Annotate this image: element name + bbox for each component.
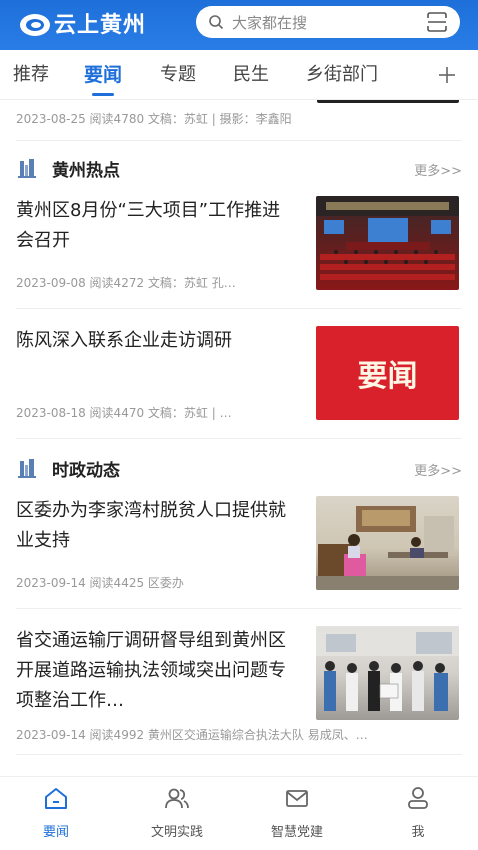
yaowen-banner: 要闻 — [316, 326, 459, 420]
mail-icon — [286, 790, 308, 807]
search-placeholder: 大家都在搜 — [232, 13, 308, 32]
news-feed[interactable]: 2023-08-25 阅读4780 文稿：苏虹 | 摄影：李鑫阳 黄州热点 更多… — [0, 100, 478, 760]
article-meta: 2023-09-14 阅读4425 区委办 — [16, 576, 184, 590]
office-visit-photo — [316, 496, 459, 590]
list-item[interactable]: 陈风深入联系企业走访调研 2023-08-18 阅读4470 文稿：苏虹 | …… — [16, 326, 462, 426]
article-meta: 2023-08-18 阅读4470 文稿：苏虹 | … — [16, 406, 232, 420]
article-title: 黄州区8月份“三大项目”工作推进会召开 — [16, 200, 281, 251]
nav-wenming-shijian[interactable]: 文明实践 — [137, 785, 217, 840]
nav-label: 文明实践 — [150, 825, 203, 840]
nav-label: 智慧党建 — [270, 825, 323, 840]
tab-zhuanti[interactable]: 专题 — [160, 50, 196, 100]
article-meta: 2023-08-25 阅读4780 文稿：苏虹 | 摄影：李鑫阳 — [16, 112, 292, 126]
plus-icon[interactable] — [438, 62, 456, 90]
search-bar[interactable]: 大家都在搜 — [196, 6, 460, 38]
divider — [16, 308, 462, 309]
active-tab-indicator — [92, 93, 114, 96]
app-logo[interactable]: 云上黄州 — [18, 6, 172, 40]
cloud-logo-icon — [20, 14, 50, 36]
people-icon — [165, 788, 189, 809]
meeting-hall-photo — [316, 196, 459, 290]
article-meta: 2023-09-14 阅读4992 黄州区交通运输综合执法大队 易成凤、… — [16, 728, 368, 742]
section-header-huangzhou-redian: 黄州热点 更多>> — [16, 156, 462, 181]
logo-text: 云上黄州 — [54, 13, 147, 38]
nav-zhihui-dangjian[interactable]: 智慧党建 — [257, 785, 337, 840]
bottom-navigation: 要闻 文明实践 智慧党建 我 — [0, 776, 478, 850]
tab-minsheng[interactable]: 民生 — [233, 50, 269, 100]
tower-icon — [18, 159, 36, 178]
search-icon — [209, 15, 224, 30]
nav-yaowen[interactable]: 要闻 — [16, 785, 96, 840]
scan-icon[interactable] — [426, 12, 448, 32]
article-title: 陈风深入联系企业走访调研 — [16, 330, 232, 351]
tab-tuijian[interactable]: 推荐 — [13, 50, 49, 100]
home-icon — [45, 788, 67, 809]
list-item[interactable]: 区委办为李家湾村脱贫人口提供就业支持 2023-09-14 阅读4425 区委办 — [16, 496, 462, 596]
divider — [16, 140, 462, 141]
section-title: 时政动态 — [52, 460, 120, 481]
article-title: 区委办为李家湾村脱贫人口提供就业支持 — [16, 500, 286, 551]
nav-label: 我 — [411, 825, 425, 840]
banner-text: 要闻 — [357, 359, 418, 394]
section-header-shizheng-dongtai: 时政动态 更多>> — [16, 456, 462, 481]
section-title: 黄州热点 — [52, 160, 120, 181]
list-item[interactable]: 黄州区8月份“三大项目”工作推进会召开 2023-09-08 阅读4272 文稿… — [16, 196, 462, 296]
tower-icon — [18, 459, 36, 478]
list-item[interactable]: 省交通运输厅调研督导组到黄州区开展道路运输执法领域突出问题专项整治工作… 202… — [16, 626, 462, 750]
article-meta: 2023-09-08 阅读4272 文稿：苏虹 孔… — [16, 276, 236, 290]
nav-label: 要闻 — [42, 825, 69, 840]
divider — [16, 608, 462, 609]
user-icon — [408, 787, 428, 809]
nav-me[interactable]: 我 — [378, 785, 458, 840]
outdoor-group-photo — [316, 626, 459, 720]
tab-yaowen[interactable]: 要闻 — [84, 50, 122, 100]
more-link[interactable]: 更多>> — [414, 460, 462, 479]
category-tabs: 推荐 要闻 专题 民生 乡街部门 — [0, 50, 478, 100]
divider — [16, 754, 462, 755]
more-link[interactable]: 更多>> — [414, 160, 462, 179]
article-title: 省交通运输厅调研督导组到黄州区开展道路运输执法领域突出问题专项整治工作… — [16, 630, 286, 711]
previous-thumbnail-edge — [317, 100, 459, 103]
tab-xiangjie-bumen[interactable]: 乡街部门 — [306, 50, 378, 100]
app-header: 云上黄州 大家都在搜 — [0, 0, 478, 50]
divider — [16, 438, 462, 439]
